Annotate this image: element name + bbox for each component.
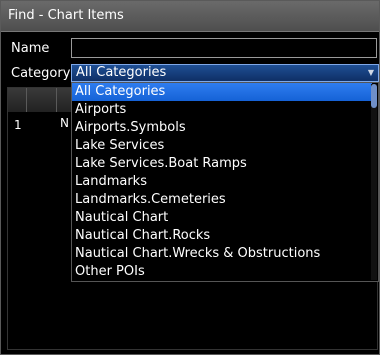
category-option-nautical-chart[interactable]: Nautical Chart xyxy=(72,209,372,227)
category-options-list: All Categories Airports Airports.Symbols… xyxy=(71,82,379,282)
category-option-nautical-chart-rocks[interactable]: Nautical Chart.Rocks xyxy=(72,227,372,245)
grid-row-cell[interactable]: N xyxy=(60,115,69,131)
category-label: Category xyxy=(11,66,71,81)
name-input[interactable] xyxy=(71,38,377,58)
category-selected-value: All Categories xyxy=(76,65,167,80)
grid-header-divider xyxy=(56,88,57,112)
category-option-other-pois[interactable]: Other POIs xyxy=(72,263,372,281)
dropdown-scrollbar[interactable] xyxy=(371,84,377,280)
category-option-airports[interactable]: Airports xyxy=(72,101,372,119)
category-option-lake-services-boat-ramps[interactable]: Lake Services.Boat Ramps xyxy=(72,155,372,173)
category-option-all-categories[interactable]: All Categories xyxy=(72,83,372,101)
title-bar: Find - Chart Items xyxy=(1,1,379,32)
find-chart-items-window: Find - Chart Items Name Category All Cat… xyxy=(0,0,380,355)
name-label: Name xyxy=(11,41,50,56)
grid-header-divider xyxy=(26,88,27,112)
dropdown-arrow-icon[interactable]: ▼ xyxy=(368,65,374,81)
category-option-airports-symbols[interactable]: Airports.Symbols xyxy=(72,119,372,137)
window-title: Find - Chart Items xyxy=(8,8,124,23)
category-option-landmarks[interactable]: Landmarks xyxy=(72,173,372,191)
category-option-lake-services[interactable]: Lake Services xyxy=(72,137,372,155)
category-dropdown[interactable]: All Categories ▼ xyxy=(71,64,379,82)
category-option-nautical-chart-wrecks[interactable]: Nautical Chart.Wrecks & Obstructions xyxy=(72,245,372,263)
dropdown-scroll-thumb[interactable] xyxy=(371,84,377,108)
category-option-landmarks-cemeteries[interactable]: Landmarks.Cemeteries xyxy=(72,191,372,209)
grid-row-number: 1 xyxy=(14,118,22,132)
